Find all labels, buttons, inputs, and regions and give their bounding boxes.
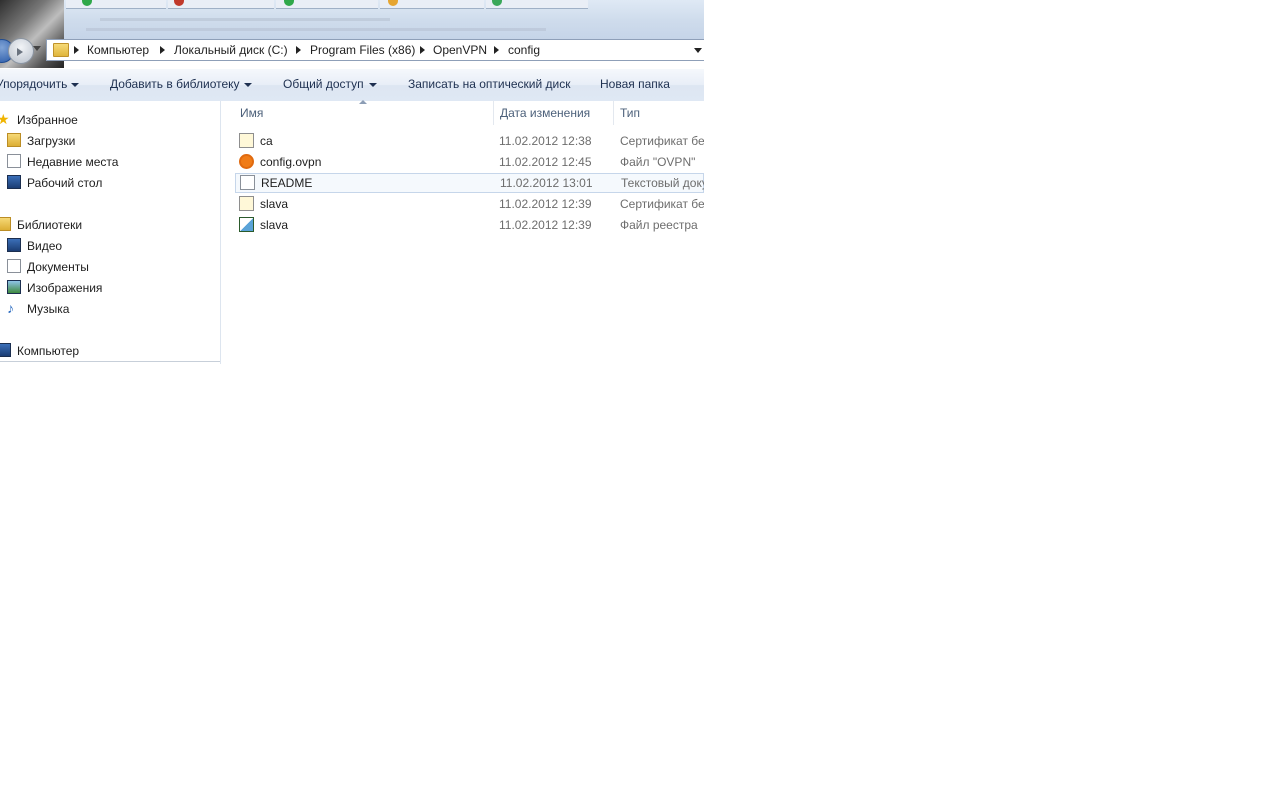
breadcrumb-separator-icon[interactable] [420,46,425,54]
column-divider[interactable] [493,101,494,125]
file-name: config.ovpn [260,155,322,169]
address-bar[interactable]: Компьютер Локальный диск (C:) Program Fi… [46,39,704,61]
chevron-down-icon [369,83,377,87]
registry-file-icon [239,217,254,232]
file-type: Файл "OVPN" [620,155,696,169]
file-name: ca [260,134,273,148]
forward-button[interactable] [8,38,34,64]
file-date: 11.02.2012 12:39 [499,197,592,211]
recent-pages-dropdown-icon[interactable] [33,46,41,51]
breadcrumb-local-disk[interactable]: Локальный диск (C:) [174,43,288,57]
downloads-folder-icon [7,133,21,147]
sort-ascending-icon [359,100,367,104]
certificate-icon [239,196,254,211]
nav-computer-label: Компьютер [17,344,80,358]
column-header-name[interactable]: Имя [240,106,263,120]
column-header-date[interactable]: Дата изменения [500,106,590,120]
breadcrumb-program-files[interactable]: Program Files (x86) [310,43,415,57]
breadcrumb-separator-icon[interactable] [494,46,499,54]
desktop-icon [7,175,21,189]
breadcrumb-separator-icon[interactable] [296,46,301,54]
star-icon: ★ [0,111,10,127]
breadcrumb-openvpn[interactable]: OpenVPN [433,43,487,57]
file-name: slava [260,197,289,211]
text-document-icon [240,175,255,190]
blurred-text [86,28,546,31]
organize-button[interactable]: Упорядочить [0,77,67,91]
file-name: README [261,176,313,190]
breadcrumb-config[interactable]: config [508,43,540,57]
nav-downloads-label: Загрузки [27,134,76,148]
navigation-pane: ★ Избранное Загрузки Недавние места Рабо… [0,101,221,364]
nav-pictures-label: Изображения [27,281,103,295]
file-type: Текстовый доку [621,176,704,190]
nav-recent-places-label: Недавние места [27,155,119,169]
breadcrumb-separator-icon[interactable] [160,46,165,54]
file-type: Сертификат без [620,134,704,148]
blurred-tab [66,0,166,9]
file-list: Имя Дата изменения Тип ca 11.02.2012 12:… [221,100,704,364]
nav-documents-label: Документы [27,260,89,274]
share-button[interactable]: Общий доступ [283,77,364,91]
breadcrumb-separator-icon[interactable] [74,46,79,54]
breadcrumb-computer[interactable]: Компьютер [87,43,149,57]
libraries-icon [0,217,11,231]
nav-music-label: Музыка [27,302,70,316]
chevron-down-icon [244,83,252,87]
file-date: 11.02.2012 12:39 [499,218,592,232]
file-type: Файл реестра [620,218,698,232]
nav-desktop-label: Рабочий стол [27,176,103,190]
file-date: 11.02.2012 12:45 [499,155,592,169]
command-bar: Упорядочить Добавить в библиотеку Общий … [0,68,704,102]
file-row-selected[interactable]: README 11.02.2012 13:01 Текстовый доку [235,173,704,193]
file-row[interactable]: config.ovpn 11.02.2012 12:45 Файл "OVPN" [235,152,704,172]
folder-icon [53,43,69,57]
nav-videos-label: Видео [27,239,63,253]
column-headers: Имя Дата изменения Тип [221,100,704,125]
openvpn-icon [239,154,254,169]
column-divider[interactable] [613,101,614,125]
column-header-type[interactable]: Тип [620,106,640,120]
pictures-library-icon [7,280,21,294]
address-dropdown-icon[interactable] [694,48,702,53]
burn-disc-button[interactable]: Записать на оптический диск [408,77,571,91]
file-type: Сертификат без [620,197,704,211]
video-library-icon [7,238,21,252]
certificate-icon [239,133,254,148]
recent-places-icon [7,154,21,168]
file-row[interactable]: slava 11.02.2012 12:39 Файл реестра [235,215,704,235]
nav-pane-divider [0,361,220,362]
explorer-window: Компьютер Локальный диск (C:) Program Fi… [0,0,704,364]
computer-icon [0,343,11,357]
file-date: 11.02.2012 12:38 [499,134,592,148]
music-note-icon: ♪ [7,300,14,316]
file-row[interactable]: slava 11.02.2012 12:39 Сертификат без [235,194,704,214]
title-strip [0,0,704,68]
file-name: slava [260,218,289,232]
documents-library-icon [7,259,21,273]
blurred-text [100,18,390,21]
navigation-row: Компьютер Локальный диск (C:) Program Fi… [0,38,704,64]
nav-libraries-label: Библиотеки [17,218,83,232]
file-row[interactable]: ca 11.02.2012 12:38 Сертификат без [235,131,704,151]
file-date: 11.02.2012 13:01 [500,176,593,190]
nav-favorites-label: Избранное [17,113,78,127]
chevron-down-icon [71,83,79,87]
add-to-library-button[interactable]: Добавить в библиотеку [110,77,240,91]
new-folder-button[interactable]: Новая папка [600,77,670,91]
